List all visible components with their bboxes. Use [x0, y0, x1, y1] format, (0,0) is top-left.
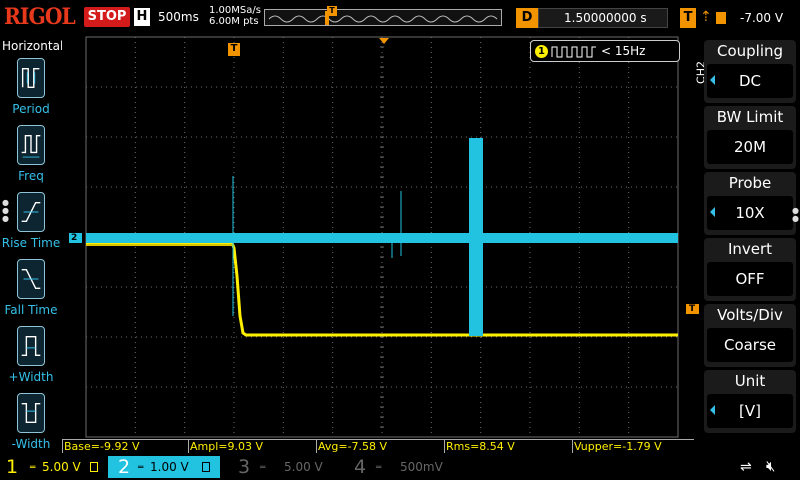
positive-width-icon	[17, 326, 45, 366]
measure-negative-width[interactable]: -Width	[0, 393, 62, 451]
ch4-number: 4	[354, 456, 367, 478]
dc-coupling-icon: ═	[376, 463, 382, 473]
waveform-display[interactable]	[62, 36, 694, 438]
measurement-average[interactable]: Avg=-7.58 V	[316, 439, 444, 453]
negative-width-icon	[17, 393, 45, 433]
trigger-level-marker[interactable]: T	[686, 304, 699, 314]
channel-2-status[interactable]: 2 ═ 1.00 V	[108, 456, 220, 478]
frequency-counter: 1 < 15Hz	[530, 40, 680, 62]
fall-time-icon	[17, 259, 45, 299]
memory-position-bar[interactable]	[264, 9, 502, 26]
measurement-vupper[interactable]: Vupper=-1.79 V	[572, 439, 694, 453]
bandwidth-icon	[202, 462, 210, 472]
waveform-canvas	[85, 36, 679, 438]
menu-bw-limit[interactable]: BW Limit 20M	[704, 106, 796, 169]
channel-1-status[interactable]: 1 ═ 5.00 V	[0, 456, 112, 478]
trigger-label: T	[680, 8, 696, 28]
menu-coupling[interactable]: Coupling DC	[704, 40, 796, 103]
period-label: Period	[12, 102, 50, 116]
timebase-label: H	[134, 8, 150, 26]
sample-info: 1.00MSa/s 6.00M pts	[209, 5, 261, 27]
top-status-bar: RIGOL STOP H 500ms 1.00MSa/s 6.00M pts T…	[0, 0, 800, 36]
fall-time-label: Fall Time	[4, 303, 58, 317]
ch2-scale: 1.00 V	[150, 460, 189, 474]
unit-title: Unit	[734, 372, 766, 390]
ch3-scale: 5.00 V	[284, 460, 323, 474]
bandwidth-icon	[90, 462, 98, 472]
page-indicator: ● ●	[792, 206, 799, 223]
ch3-number: 3	[238, 456, 251, 478]
probe-title: Probe	[728, 174, 772, 192]
memory-waveform-thumbnail	[268, 11, 498, 25]
measurement-bar: Base=-9.92 V Ampl=9.03 V Avg=-7.58 V Rms…	[62, 438, 694, 454]
channel-3-status[interactable]: 3 ═ 5.00 V	[228, 456, 340, 478]
bw-limit-title: BW Limit	[716, 108, 784, 126]
coupling-title: Coupling	[716, 42, 784, 60]
channel-status-bar: 1 ═ 5.00 V 2 ═ 1.00 V 3 ═ 5.00 V 4 ═ 500…	[0, 454, 800, 480]
measurement-base[interactable]: Base=-9.92 V	[62, 439, 188, 453]
run-stop-button[interactable]: STOP	[84, 7, 130, 27]
channel-4-status[interactable]: 4 ═ 500mV	[346, 456, 458, 478]
sample-rate: 1.00MSa/s	[209, 5, 261, 16]
usb-icon: ⇌	[740, 459, 752, 475]
measurement-amplitude[interactable]: Ampl=9.03 V	[188, 439, 316, 453]
memory-depth: 6.00M pts	[209, 16, 259, 27]
panel-title: Horizontal	[2, 39, 64, 53]
menu-unit[interactable]: Unit [V]	[704, 370, 796, 433]
ch2-number: 2	[118, 456, 131, 478]
trigger-source-icon	[716, 12, 726, 24]
speaker-muted-icon[interactable]: 🔇︎	[766, 457, 775, 475]
timebase-value[interactable]: 500ms	[158, 10, 199, 24]
measure-frequency[interactable]: Freq	[0, 125, 62, 183]
rise-time-icon	[17, 192, 45, 232]
menu-volts-div[interactable]: Volts/Div Coarse	[704, 304, 796, 367]
unit-value: [V]	[707, 394, 793, 428]
delay-label: D	[516, 8, 538, 28]
invert-title: Invert	[727, 240, 773, 258]
measure-fall-time[interactable]: Fall Time	[0, 259, 62, 317]
menu-invert[interactable]: Invert OFF	[704, 238, 796, 301]
rise-time-label: Rise Time	[1, 236, 61, 250]
negative-width-label: -Width	[11, 437, 51, 451]
counter-value: < 15Hz	[601, 44, 646, 58]
measure-positive-width[interactable]: +Width	[0, 326, 62, 384]
ch2-trace	[86, 233, 678, 243]
measure-rise-time[interactable]: Rise Time	[0, 192, 62, 250]
counter-channel-badge: 1	[535, 45, 548, 58]
left-arrow-icon	[710, 405, 715, 415]
invert-value: OFF	[707, 262, 793, 296]
ch1-scale: 5.00 V	[42, 460, 81, 474]
freq-label: Freq	[18, 169, 44, 183]
dc-coupling-icon: ═	[138, 463, 144, 473]
frequency-icon	[17, 125, 45, 165]
volts-div-title: Volts/Div	[717, 306, 783, 324]
probe-value: 10X	[707, 196, 793, 230]
square-wave-icon	[551, 46, 596, 58]
left-arrow-icon	[710, 207, 715, 217]
horizontal-measure-panel: Horizontal Period Freq ● ● ● Rise Time Fal…	[0, 36, 64, 454]
trigger-position-marker[interactable]: T	[228, 43, 240, 56]
ch4-scale: 500mV	[400, 460, 443, 474]
ch2-offset-marker[interactable]: 2	[69, 233, 82, 243]
period-icon	[17, 58, 45, 98]
trigger-level[interactable]: -7.00 V	[740, 11, 783, 25]
center-marker	[379, 38, 389, 44]
ch1-number: 1	[6, 456, 19, 478]
menu-probe[interactable]: Probe 10X	[704, 172, 796, 235]
rising-edge-icon: ⇡	[700, 9, 712, 25]
dc-coupling-icon: ═	[30, 463, 36, 473]
ch2-burst	[469, 138, 483, 336]
positive-width-label: +Width	[8, 370, 54, 384]
delay-field[interactable]: 1.50000000 s	[538, 8, 668, 28]
left-arrow-icon	[710, 75, 715, 85]
measurement-rms[interactable]: Rms=8.54 V	[444, 439, 572, 453]
coupling-value: DC	[707, 64, 793, 98]
memory-trigger-pos-marker: T	[327, 6, 337, 16]
dc-coupling-icon: ═	[260, 463, 266, 473]
volts-div-value: Coarse	[707, 328, 793, 362]
measure-period[interactable]: Period	[0, 58, 62, 116]
brand-logo: RIGOL	[4, 4, 76, 30]
bw-limit-value: 20M	[707, 130, 793, 164]
